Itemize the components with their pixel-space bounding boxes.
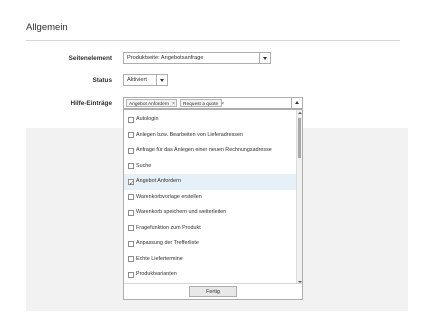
option-label: Suche xyxy=(136,162,152,169)
option-label: Fragefunktion zum Produkt xyxy=(136,224,201,231)
page-element-select[interactable]: Produktseite: Angebotsanfrage xyxy=(123,52,271,64)
help-tag: Request a quote × xyxy=(180,99,224,107)
checkbox[interactable] xyxy=(128,225,134,231)
title-divider xyxy=(26,40,400,41)
page-element-value: Produktseite: Angebotsanfrage xyxy=(127,55,204,61)
status-select[interactable]: Aktiviert xyxy=(123,74,168,86)
option-label: Angebot Anfordern xyxy=(136,178,181,184)
checkbox[interactable] xyxy=(128,209,134,216)
chevron-down-icon[interactable] xyxy=(156,75,167,85)
option-label: Produktvarianten xyxy=(136,271,177,277)
dropdown-option[interactable]: Anlegen bzw. Bearbeiten von Lieferadress… xyxy=(124,128,297,144)
checkbox[interactable] xyxy=(128,271,134,278)
help-entries-label: Hilfe-Einträge xyxy=(70,100,112,107)
checkbox[interactable] xyxy=(128,177,134,192)
dropdown-option[interactable]: Echte Liefertermine xyxy=(124,252,297,268)
checkbox[interactable] xyxy=(128,147,134,154)
dropdown-option[interactable]: Anpassung der Trefferliste xyxy=(124,236,297,252)
dropdown-option[interactable]: Anfrage für das Anlegen einer neuen Rech… xyxy=(124,143,297,159)
option-label: Echte Liefertermine xyxy=(136,255,183,262)
checkbox[interactable] xyxy=(128,256,134,262)
checkbox[interactable] xyxy=(128,163,134,169)
option-label: Anfrage für das Anlegen einer neuen Rech… xyxy=(136,147,272,153)
help-entries-multiselect[interactable]: Angebot Anfordern × Request a quote × xyxy=(123,97,303,109)
dropdown-option[interactable]: Suche xyxy=(124,159,297,175)
option-label: Warenkorb speichern und weiterleiten xyxy=(136,209,227,215)
dropdown-option[interactable]: Fragefunktion zum Produkt xyxy=(124,221,297,237)
scroll-up-icon[interactable] xyxy=(297,110,302,116)
help-tag-label: Angebot Anfordern xyxy=(129,102,170,107)
remove-tag-icon[interactable]: × xyxy=(221,101,224,107)
option-label: Autologin xyxy=(136,116,159,122)
help-entries-dropdown: Autologin Anlegen bzw. Bearbeiten von Lie… xyxy=(123,109,303,300)
done-button[interactable]: Fertig xyxy=(189,286,237,297)
checkbox[interactable] xyxy=(128,132,134,138)
option-label: Anlegen bzw. Bearbeiten von Lieferadress… xyxy=(136,131,243,138)
dropdown-option[interactable]: Autologin xyxy=(124,112,297,128)
option-list: Autologin Anlegen bzw. Bearbeiten von Lie… xyxy=(124,112,297,298)
dropdown-option[interactable]: Produktvarianten xyxy=(124,267,297,283)
scroll-thumb[interactable] xyxy=(298,118,301,158)
checkbox[interactable] xyxy=(128,240,134,247)
page-element-label: Seitenelement xyxy=(68,55,112,62)
dropdown-option[interactable]: Warenkorb speichern und weiterleiten xyxy=(124,205,297,221)
remove-tag-icon[interactable]: × xyxy=(172,101,175,107)
dropdown-option[interactable]: Warenkorbvorlage erstellen xyxy=(124,190,297,206)
chevron-down-icon[interactable] xyxy=(259,53,270,63)
dropdown-footer: Fertig xyxy=(124,283,302,299)
chevron-up-icon[interactable] xyxy=(291,98,302,108)
section-title: Allgemein xyxy=(26,22,68,33)
dropdown-option[interactable]: Angebot Anfordern xyxy=(124,174,297,192)
help-tag-label: Request a quote xyxy=(183,102,219,107)
status-value: Aktiviert xyxy=(127,77,147,83)
help-tag: Angebot Anfordern × xyxy=(126,99,177,107)
option-label: Warenkorbvorlage erstellen xyxy=(136,193,202,200)
checkbox[interactable] xyxy=(128,116,134,123)
option-label: Anpassung der Trefferliste xyxy=(136,240,199,246)
checkbox[interactable] xyxy=(128,194,134,200)
status-label: Status xyxy=(92,77,112,84)
scrollbar[interactable] xyxy=(296,110,302,285)
